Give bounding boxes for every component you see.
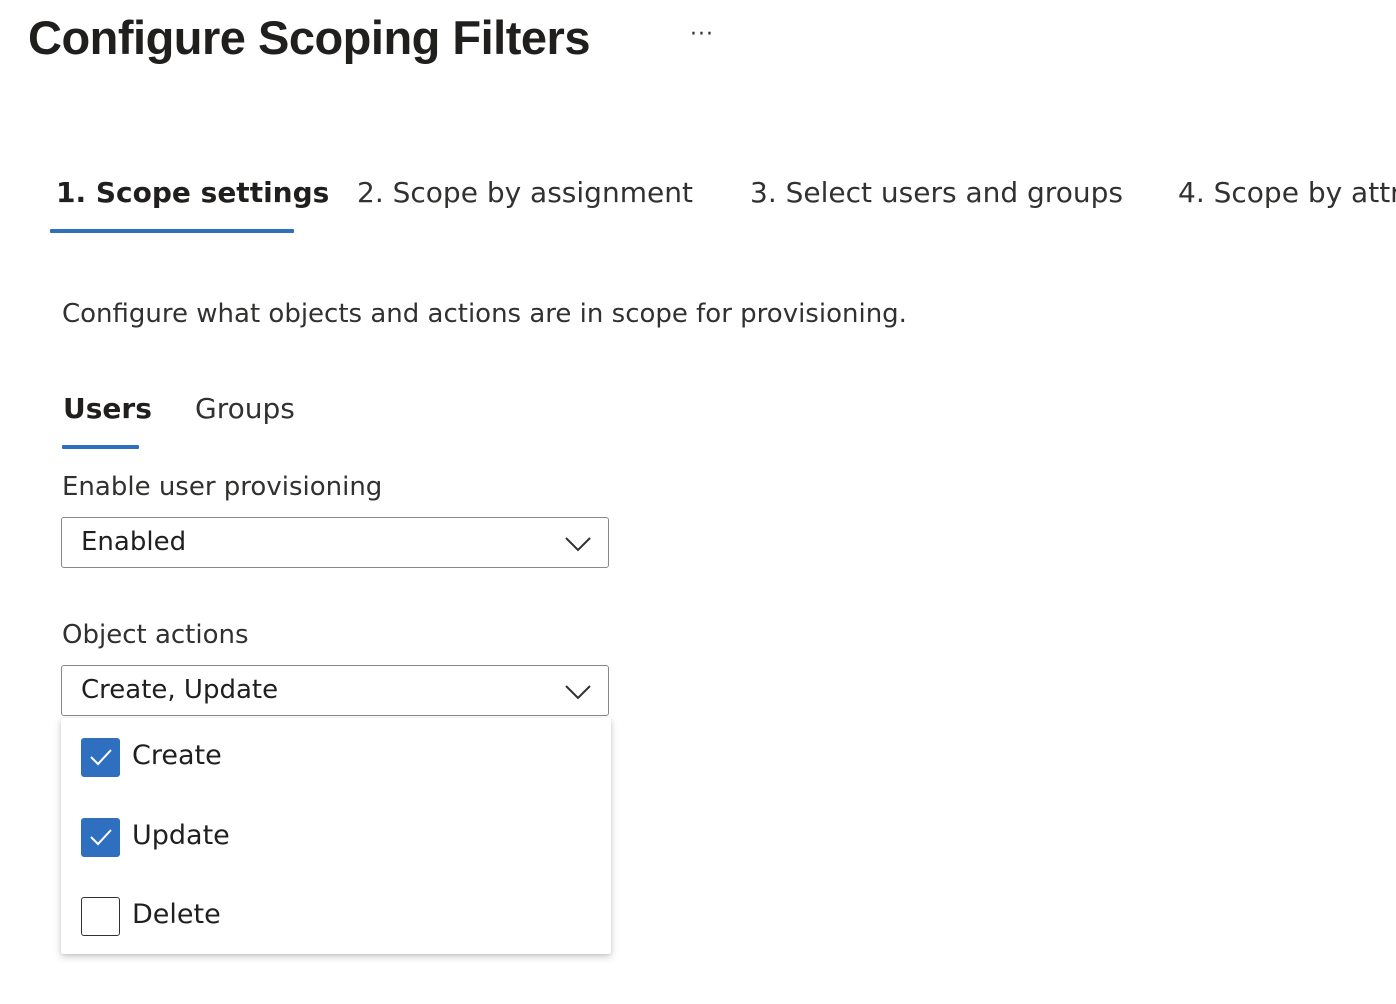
create-checkbox[interactable] xyxy=(81,738,120,777)
delete-label: Delete xyxy=(132,899,221,930)
object-actions-label: Object actions xyxy=(62,620,249,650)
enable-user-provisioning-dropdown[interactable]: Enabled xyxy=(61,517,609,568)
tab-scope-by-attribute[interactable]: 4. Scope by attri xyxy=(1178,176,1396,209)
active-subtab-indicator xyxy=(62,445,139,449)
delete-checkbox[interactable] xyxy=(81,897,120,936)
object-actions-dropdown[interactable]: Create, Update xyxy=(61,665,609,716)
page-description: Configure what objects and actions are i… xyxy=(62,299,907,329)
tab-users[interactable]: Users xyxy=(63,392,152,425)
page-title: Configure Scoping Filters xyxy=(28,11,590,64)
tab-select-users-and-groups[interactable]: 3. Select users and groups xyxy=(750,176,1123,209)
object-actions-value: Create, Update xyxy=(81,675,279,705)
active-tab-indicator xyxy=(50,229,294,233)
enable-user-provisioning-label: Enable user provisioning xyxy=(62,472,383,502)
chevron-down-icon xyxy=(565,685,591,700)
configure-scoping-filters-page: Configure Scoping Filters ··· 1. Scope s… xyxy=(0,0,1396,1004)
tab-scope-settings[interactable]: 1. Scope settings xyxy=(56,176,329,209)
tab-scope-by-assignment[interactable]: 2. Scope by assignment xyxy=(357,176,693,209)
update-checkbox[interactable] xyxy=(81,818,120,857)
update-label: Update xyxy=(132,820,230,851)
option-create[interactable]: Create xyxy=(81,738,581,778)
checkmark-icon xyxy=(90,749,112,766)
enable-user-provisioning-value: Enabled xyxy=(81,527,187,557)
checkmark-icon xyxy=(90,829,112,846)
object-actions-menu: Create Update Delete xyxy=(61,718,611,954)
create-label: Create xyxy=(132,740,222,771)
option-update[interactable]: Update xyxy=(81,818,581,858)
tab-groups[interactable]: Groups xyxy=(195,392,295,425)
chevron-down-icon xyxy=(565,537,591,552)
more-options-icon[interactable]: ··· xyxy=(690,22,714,47)
option-delete[interactable]: Delete xyxy=(81,897,581,937)
